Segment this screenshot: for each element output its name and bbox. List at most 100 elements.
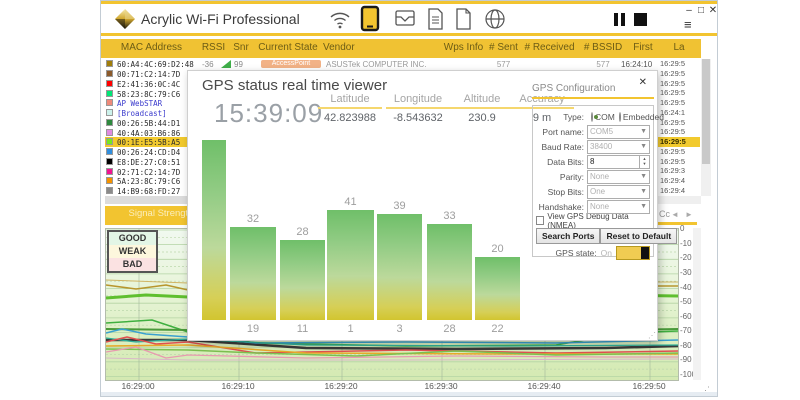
config-label: Port name: xyxy=(536,127,587,137)
table-row[interactable]: [Broadcast] xyxy=(105,108,187,118)
field-value: -8.543632 xyxy=(386,109,450,124)
field-value: 42.823988 xyxy=(318,109,382,124)
handshake-select[interactable]: None▼ xyxy=(587,200,650,214)
table-row[interactable]: E8:DE:27:C0:51 xyxy=(105,157,187,167)
globe-icon[interactable] xyxy=(483,7,509,31)
titlebar[interactable]: Acrylic Wi-Fi Professional xyxy=(101,4,717,33)
chevron-down-icon: ▼ xyxy=(640,143,647,150)
gps-state-toggle[interactable] xyxy=(616,246,650,260)
pause-icon[interactable] xyxy=(614,13,626,27)
tab-prev-icon[interactable]: ◄ xyxy=(671,210,679,219)
config-port-row: Port name: COM5▼ xyxy=(536,124,650,139)
table-row[interactable]: 00:26:24:CD:D4 xyxy=(105,147,187,157)
row-sent: 577 xyxy=(486,60,521,69)
config-label: Handshake: xyxy=(536,202,587,212)
select-value: None xyxy=(590,172,609,181)
parity-select[interactable]: None▼ xyxy=(587,170,650,184)
table-row[interactable]: 00:26:5B:44:D1 xyxy=(105,118,187,128)
col-snr[interactable]: Snr xyxy=(229,42,253,53)
spinner-arrows-icon[interactable]: ▲▼ xyxy=(639,156,649,168)
col-state[interactable]: Current State xyxy=(253,42,323,53)
snr-category: 19 xyxy=(230,323,276,335)
table-horizontal-scrollbar[interactable] xyxy=(105,196,187,204)
snr-category: 28 xyxy=(427,323,472,335)
table-row[interactable]: E2:41:36:0C:4C xyxy=(105,79,187,89)
close-button[interactable]: ✕ xyxy=(707,5,719,16)
report-icon[interactable] xyxy=(425,7,451,31)
table-row[interactable]: 14:B9:68:FD:27 xyxy=(105,186,187,196)
col-received[interactable]: # Received xyxy=(521,42,578,53)
row-color-swatch xyxy=(106,138,113,145)
table-row[interactable]: 60:A4:4C:69:D2:48 -36 99 AccessPoint ASU… xyxy=(101,59,701,69)
row-mac: 00:1E:E5:5B:A5 xyxy=(117,138,180,147)
tab-right-truncated[interactable]: Cc xyxy=(659,209,670,219)
col-sent[interactable]: # Sent xyxy=(486,42,521,53)
mobile-device-icon[interactable] xyxy=(359,5,385,29)
col-wps[interactable]: Wps Info xyxy=(441,42,486,53)
row-mac: 00:26:24:CD:D4 xyxy=(117,148,180,157)
snr-bar xyxy=(327,210,374,320)
row-color-swatch xyxy=(106,90,113,97)
table-scrollbar-corner xyxy=(658,196,701,204)
select-value: None xyxy=(590,202,609,211)
table-row[interactable]: AP WebSTAR xyxy=(105,98,187,108)
col-last[interactable]: La xyxy=(658,42,700,53)
row-color-swatch xyxy=(106,158,113,165)
table-row[interactable]: 00:71:C2:14:7D xyxy=(105,69,187,79)
screenshot-canvas: Acrylic Wi-Fi Professional xyxy=(0,0,800,400)
table-row[interactable]: 58:23:8C:79:C6 xyxy=(105,89,187,99)
row-color-swatch xyxy=(106,109,113,116)
radio-embedded[interactable] xyxy=(619,112,621,122)
x-axis-label: 16:29:50 xyxy=(627,381,671,391)
radio-com[interactable] xyxy=(591,112,593,122)
gps-field-altitude: Altitude 230.9 xyxy=(450,93,514,124)
col-rssi[interactable]: RSSI xyxy=(198,42,229,53)
row-mac: 40:4A:03:B6:86 xyxy=(117,129,180,138)
file-icon[interactable] xyxy=(453,7,479,31)
col-vendor[interactable]: Vendor xyxy=(323,42,441,53)
field-label: Altitude xyxy=(450,93,514,109)
checkbox-label: View GPS Debug Data (NMEA) xyxy=(547,212,650,230)
scrollbar-thumb[interactable] xyxy=(702,59,710,164)
row-color-swatch xyxy=(106,60,113,67)
inbox-icon[interactable] xyxy=(393,7,419,31)
baud-rate-select[interactable]: 38400▼ xyxy=(587,140,650,154)
snr-bar xyxy=(202,140,226,320)
snr-bar xyxy=(427,224,472,320)
last-seen-column: 16:29:5 16:29:5 16:29:5 16:29:5 16:29:5 … xyxy=(658,59,700,196)
app-window: Acrylic Wi-Fi Professional xyxy=(100,0,718,397)
col-first[interactable]: First xyxy=(628,42,658,53)
config-baud-row: Baud Rate: 38400▼ xyxy=(536,139,650,154)
snr-value: 28 xyxy=(280,226,325,238)
minimize-button[interactable]: – xyxy=(683,5,695,16)
snr-category: 11 xyxy=(280,323,325,335)
gps-configuration-panel: GPS Configuration Type: COM Embedded Por… xyxy=(532,83,654,99)
reset-default-button[interactable]: Reset to Default xyxy=(600,228,677,244)
table-row[interactable]: 5A:23:8C:79:C6 xyxy=(105,176,187,186)
nmea-debug-checkbox[interactable] xyxy=(536,216,544,225)
row-mac: 02:71:C2:14:7D xyxy=(117,168,180,177)
search-ports-button[interactable]: Search Ports xyxy=(536,228,600,244)
satellite-snr-bar-chart: 32 28 41 39 33 20 xyxy=(197,134,532,320)
table-row[interactable]: 40:4A:03:B6:86 xyxy=(105,128,187,138)
gps-status-dialog: GPS status real time viewer ✕ 15:39:09 L… xyxy=(187,70,658,341)
port-name-select[interactable]: COM5▼ xyxy=(587,125,650,139)
tab-next-icon[interactable]: ► xyxy=(685,210,693,219)
dialog-resize-grip[interactable]: ⋰ xyxy=(648,331,656,340)
table-row[interactable]: 02:71:C2:14:7D xyxy=(105,167,187,177)
menu-button[interactable]: ≡ xyxy=(684,17,692,32)
snr-bar xyxy=(377,214,422,320)
maximize-button[interactable]: □ xyxy=(695,5,707,16)
row-color-swatch xyxy=(106,177,113,184)
data-bits-spinner[interactable]: 8▲▼ xyxy=(587,155,650,169)
row-color-swatch xyxy=(106,80,113,87)
snr-value: 41 xyxy=(327,196,374,208)
stop-bits-select[interactable]: One▼ xyxy=(587,185,650,199)
table-vertical-scrollbar[interactable] xyxy=(701,59,711,196)
table-row-selected[interactable]: 00:1E:E5:5B:A5 xyxy=(105,137,187,147)
snr-value: 20 xyxy=(475,243,520,255)
col-mac[interactable]: MAC Address xyxy=(105,42,198,53)
stop-icon[interactable] xyxy=(634,13,647,27)
wifi-icon[interactable] xyxy=(327,7,353,31)
col-bssid[interactable]: # BSSID xyxy=(578,42,628,53)
